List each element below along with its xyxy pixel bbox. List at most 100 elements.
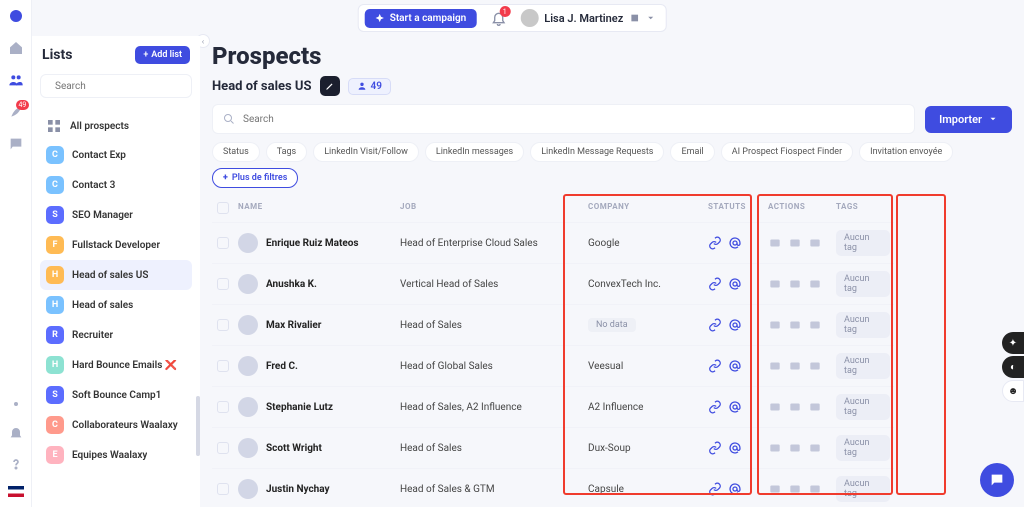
main-search-input[interactable] (243, 114, 904, 125)
status-email[interactable] (728, 318, 742, 332)
action-message[interactable] (768, 236, 782, 250)
name-cell[interactable]: Anushka K. (234, 263, 396, 304)
action-message[interactable] (768, 482, 782, 496)
tag-chip[interactable]: Aucun tag (836, 394, 890, 420)
status-link[interactable] (708, 482, 722, 496)
name-cell[interactable]: Fred C. (234, 345, 396, 386)
filter-status[interactable]: Status (212, 142, 260, 162)
col-job[interactable]: JOB (396, 196, 584, 222)
start-campaign-button[interactable]: Start a campaign (365, 9, 477, 28)
tag-chip[interactable]: Aucun tag (836, 435, 890, 461)
sidebar-search[interactable] (40, 74, 192, 98)
sidebar-item-recruiter[interactable]: RRecruiter (40, 320, 192, 350)
sidebar-item-contact-3[interactable]: CContact 3 (40, 170, 192, 200)
status-email[interactable] (728, 400, 742, 414)
col-name[interactable]: NAME (234, 196, 396, 222)
status-email[interactable] (728, 482, 742, 496)
tag-chip[interactable]: Aucun tag (836, 271, 890, 297)
action-message[interactable] (768, 277, 782, 291)
filter-linkedin-message-requests[interactable]: LinkedIn Message Requests (530, 142, 664, 162)
widget-1[interactable]: ✦ (1002, 332, 1024, 354)
chat-nav-icon[interactable] (8, 136, 24, 152)
action-send[interactable] (808, 359, 822, 373)
chat-fab[interactable] (980, 463, 1014, 497)
status-link[interactable] (708, 277, 722, 291)
list-options-button[interactable] (320, 76, 340, 96)
main-search[interactable] (212, 104, 915, 134)
action-send[interactable] (808, 236, 822, 250)
language-flag[interactable] (8, 486, 24, 497)
more-filters-button[interactable]: +Plus de filtres (212, 168, 298, 188)
tag-chip[interactable]: Aucun tag (836, 353, 890, 379)
user-menu[interactable]: Lisa J. Martinez (520, 9, 655, 27)
name-cell[interactable]: Max Rivalier (234, 304, 396, 345)
action-message[interactable] (768, 400, 782, 414)
status-link[interactable] (708, 441, 722, 455)
widget-3[interactable]: ☻ (1002, 380, 1024, 402)
action-send[interactable] (808, 318, 822, 332)
tag-chip[interactable]: Aucun tag (836, 476, 890, 502)
status-link[interactable] (708, 318, 722, 332)
status-link[interactable] (708, 400, 722, 414)
sidebar-item-fullstack-developer[interactable]: FFullstack Developer (40, 230, 192, 260)
action-message[interactable] (768, 359, 782, 373)
rocket-nav-icon[interactable]: 49 (8, 104, 24, 120)
add-list-button[interactable]: +Add list (135, 46, 190, 64)
row-checkbox[interactable] (217, 360, 229, 372)
sidebar-item-head-of-sales-us[interactable]: HHead of sales US (40, 260, 192, 290)
alerts-icon[interactable] (8, 426, 24, 442)
col-tags[interactable]: TAGS (832, 196, 894, 222)
settings-icon[interactable] (8, 396, 24, 412)
col-statuts[interactable]: STATUTS (704, 196, 764, 222)
action-mail[interactable] (788, 482, 802, 496)
action-send[interactable] (808, 400, 822, 414)
sidebar-item-equipes-waalaxy[interactable]: EEquipes Waalaxy (40, 440, 192, 470)
action-message[interactable] (768, 441, 782, 455)
import-button[interactable]: Importer (925, 106, 1012, 133)
row-checkbox[interactable] (217, 401, 229, 413)
row-checkbox[interactable] (217, 442, 229, 454)
home-icon[interactable] (8, 40, 24, 56)
filter-email[interactable]: Email (670, 142, 714, 162)
status-email[interactable] (728, 236, 742, 250)
name-cell[interactable]: Scott Wright (234, 427, 396, 468)
action-mail[interactable] (788, 318, 802, 332)
widget-2[interactable]: ◐ (1002, 356, 1024, 378)
action-message[interactable] (768, 318, 782, 332)
action-mail[interactable] (788, 236, 802, 250)
row-checkbox[interactable] (217, 237, 229, 249)
row-checkbox[interactable] (217, 319, 229, 331)
filter-invitation-envoy-e[interactable]: Invitation envoyée (859, 142, 953, 162)
people-icon[interactable] (8, 72, 24, 88)
name-cell[interactable]: Enrique Ruiz Mateos (234, 222, 396, 263)
sidebar-item-seo-manager[interactable]: SSEO Manager (40, 200, 192, 230)
action-mail[interactable] (788, 441, 802, 455)
action-mail[interactable] (788, 277, 802, 291)
sidebar-item-all-prospects[interactable]: All prospects (40, 112, 192, 140)
name-cell[interactable]: Stephanie Lutz (234, 386, 396, 427)
filter-ai-prospect-fiospect-finder[interactable]: AI Prospect Fiospect Finder (721, 142, 853, 162)
tag-chip[interactable]: Aucun tag (836, 312, 890, 338)
col-company[interactable]: COMPANY (584, 196, 704, 222)
filter-linkedin-visit-follow[interactable]: LinkedIn Visit/Follow (313, 142, 419, 162)
notifications-bell[interactable]: 1 (490, 10, 506, 26)
name-cell[interactable]: Justin Nychay (234, 468, 396, 507)
logo-icon[interactable] (8, 8, 24, 24)
filter-tags[interactable]: Tags (266, 142, 307, 162)
status-email[interactable] (728, 277, 742, 291)
action-send[interactable] (808, 277, 822, 291)
filter-linkedin-messages[interactable]: LinkedIn messages (425, 142, 524, 162)
action-send[interactable] (808, 482, 822, 496)
sidebar-search-input[interactable] (55, 81, 188, 92)
sidebar-item-collaborateurs-waalaxy[interactable]: CCollaborateurs Waalaxy (40, 410, 192, 440)
action-mail[interactable] (788, 359, 802, 373)
help-icon[interactable] (8, 456, 24, 472)
tag-chip[interactable]: Aucun tag (836, 230, 890, 256)
sidebar-item-contact-exp[interactable]: CContact Exp (40, 140, 192, 170)
row-checkbox[interactable] (217, 483, 229, 495)
sidebar-item-hard-bounce-emails-[interactable]: HHard Bounce Emails ❌ (40, 350, 192, 380)
select-all-checkbox[interactable] (217, 202, 229, 214)
col-actions[interactable]: ACTIONS (764, 196, 832, 222)
sidebar-item-soft-bounce-camp1[interactable]: SSoft Bounce Camp1 (40, 380, 192, 410)
status-link[interactable] (708, 359, 722, 373)
